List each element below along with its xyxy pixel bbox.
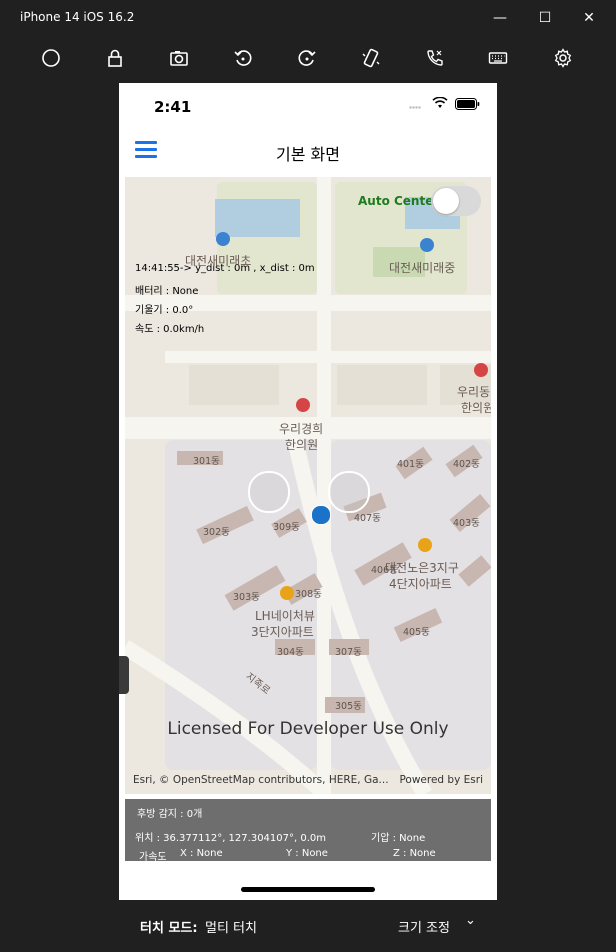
accel-x: X : None — [180, 848, 223, 859]
status-time: 2:41 — [154, 98, 192, 116]
poi-clinic2-line2: 한의원 — [461, 401, 491, 415]
battery-icon — [455, 98, 480, 110]
map-attribution[interactable]: Esri, © OpenStreetMap contributors, HERE… — [133, 774, 389, 786]
current-location-marker — [311, 505, 331, 525]
building-label: 302동 — [203, 527, 230, 538]
building-label: 305동 — [335, 701, 362, 712]
battery-info: 배터리 : None — [135, 286, 199, 297]
toggle-knob — [433, 188, 459, 214]
sensor-panel: 후방 감지 : 0개 위치 : 36.377112°, 127.304107°,… — [125, 799, 491, 863]
pressure-text: 기압 : None — [371, 833, 426, 844]
poi-middle-school: 대전새미래중 — [389, 261, 456, 275]
building-label: 406동 — [371, 565, 398, 576]
building-label: 405동 — [403, 627, 430, 638]
poi-clinic-line1: 우리경희 — [279, 422, 324, 436]
status-bar: 2:41 — [119, 83, 497, 129]
lock-icon[interactable] — [103, 46, 127, 70]
cellular-signal-icon — [409, 106, 421, 109]
map-view[interactable]: Auto Center 14:41:55-> y_dist : 0m , x_d… — [125, 177, 491, 794]
accel-label: 가속도 — [139, 852, 167, 863]
auto-center-label: Auto Center — [358, 194, 440, 208]
side-handle[interactable] — [119, 656, 129, 694]
poi-clinic-line2: 한의원 — [285, 438, 319, 452]
building-label: 401동 — [397, 459, 424, 470]
touch-mode-value[interactable]: 멀티 터치 — [205, 917, 257, 936]
building-label: 308동 — [295, 589, 322, 600]
wifi-icon — [432, 97, 448, 108]
simulator-footer: 터치 모드: 멀티 터치 크기 조정 ⌄ — [0, 905, 616, 945]
building-label: 304동 — [277, 647, 304, 658]
simulator-toolbar — [0, 40, 616, 76]
home-indicator[interactable] — [241, 887, 375, 892]
screenshot-icon[interactable] — [167, 46, 191, 70]
license-watermark: Licensed For Developer Use Only — [167, 719, 449, 739]
rotate-right-icon[interactable] — [295, 46, 319, 70]
navigation-bar: 기본 화면 — [119, 129, 497, 177]
page-title: 기본 화면 — [276, 145, 340, 164]
window-title: iPhone 14 iOS 16.2 — [20, 10, 135, 24]
building-label: 307동 — [335, 647, 362, 658]
building-label: 403동 — [453, 518, 480, 529]
poi-apartment-2-line2: 4단지아파트 — [389, 577, 452, 591]
rear-detect-text: 후방 감지 : 0개 — [137, 809, 203, 820]
phone-screen: 2:41 기본 화면 Auto Center 14:41:55-> y_dist… — [119, 83, 497, 900]
keyboard-icon[interactable] — [486, 46, 510, 70]
left-joystick-button[interactable] — [248, 471, 290, 513]
chevron-down-icon[interactable]: ⌄ — [465, 913, 476, 928]
rotate-left-icon[interactable] — [231, 46, 255, 70]
close-button[interactable]: ✕ — [577, 6, 601, 30]
building-label: 303동 — [233, 592, 260, 603]
settings-icon[interactable] — [551, 46, 575, 70]
speed-info: 속도 : 0.0km/h — [135, 324, 205, 335]
accel-y: Y : None — [286, 848, 328, 859]
powered-by-esri: Powered by Esri — [399, 774, 483, 786]
poi-elementary-school: 대전새미래초 — [185, 254, 252, 268]
touch-mode-label: 터치 모드: — [140, 921, 198, 936]
building-label: 309동 — [273, 522, 300, 533]
shake-icon[interactable] — [359, 46, 383, 70]
accel-z: Z : None — [393, 848, 436, 859]
building-label: 402동 — [453, 459, 480, 470]
building-label: 407동 — [354, 513, 381, 524]
auto-center-toggle[interactable] — [431, 186, 481, 216]
home-icon[interactable] — [39, 46, 63, 70]
minimize-button[interactable]: — — [488, 6, 512, 30]
tilt-info: 기울기 : 0.0° — [135, 305, 194, 316]
call-icon[interactable] — [423, 46, 447, 70]
resize-label[interactable]: 크기 조정 — [398, 917, 450, 936]
poi-apartment-1-line2: 3단지아파트 — [251, 625, 314, 639]
building-label: 301동 — [193, 456, 220, 467]
right-joystick-button[interactable] — [328, 471, 370, 513]
poi-apartment-1-line1: LH네이처뷰 — [255, 609, 315, 623]
window-titlebar: iPhone 14 iOS 16.2 — ☐ ✕ — [0, 0, 616, 36]
position-text: 위치 : 36.377112°, 127.304107°, 0.0m — [135, 833, 327, 844]
maximize-button[interactable]: ☐ — [533, 6, 557, 30]
poi-clinic2-line1: 우리동 — [457, 385, 491, 399]
